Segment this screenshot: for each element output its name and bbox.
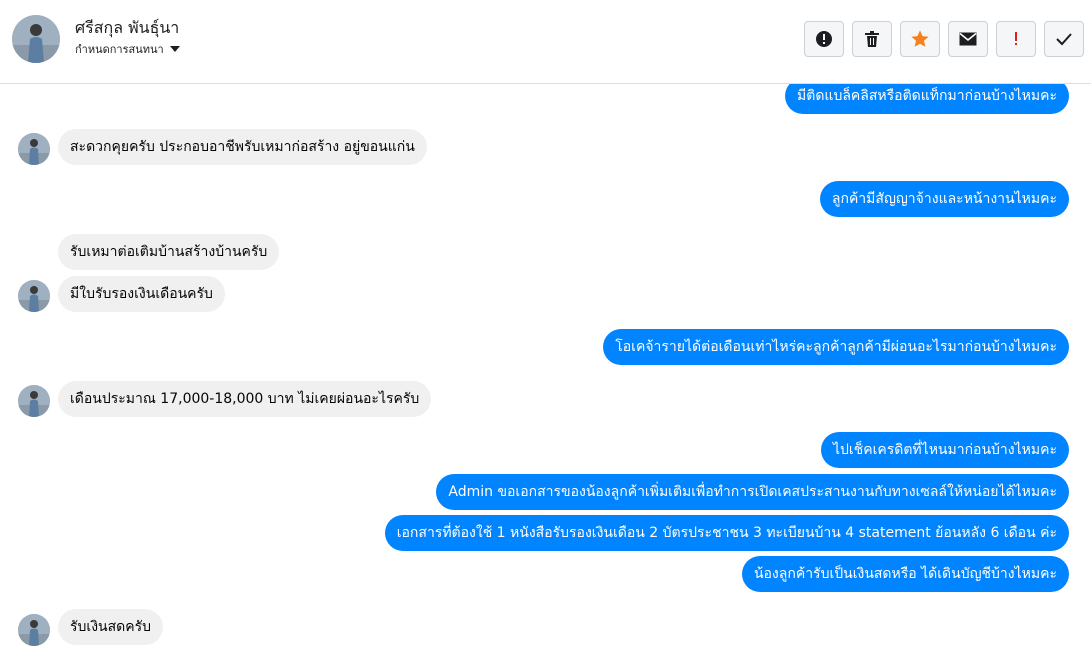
- star-icon: [911, 30, 929, 47]
- contact-photo-icon: [12, 15, 60, 63]
- delete-button[interactable]: [852, 21, 892, 57]
- alert-button[interactable]: [804, 21, 844, 57]
- message-bubble-outgoing[interactable]: เอกสารที่ต้องใช้ 1 หนังสือรับรองเงินเดือ…: [384, 515, 1069, 551]
- message-bubble-outgoing[interactable]: โอเคจ้ารายได้ต่อเดือนเท่าไหร่คะลูกค้าลูก…: [603, 329, 1069, 365]
- message-bubble-incoming[interactable]: รับเหมาต่อเติมบ้านสร้างบ้านครับ: [58, 234, 280, 270]
- sender-avatar[interactable]: [18, 280, 50, 312]
- sender-avatar[interactable]: [18, 133, 50, 165]
- envelope-icon: [959, 32, 977, 46]
- caret-down-icon: [169, 46, 180, 52]
- message-bubble-incoming[interactable]: สะดวกคุยครับ ประกอบอาชีพรับเหมาก่อสร้าง …: [58, 129, 427, 165]
- exclamation-icon: [1015, 32, 1017, 45]
- conversation-options-dropdown[interactable]: กำหนดการสนทนา: [75, 40, 180, 58]
- checkmark-icon: [1056, 33, 1072, 46]
- star-button[interactable]: [900, 21, 940, 57]
- message-bubble-outgoing[interactable]: ลูกค้ามีสัญญาจ้างและหน้างานไหมคะ: [819, 181, 1069, 217]
- conversation-header: ศรีสกุล พันธุ์นา กำหนดการสนทนา: [0, 0, 1091, 84]
- message-bubble-incoming[interactable]: เดือนประมาณ 17,000-18,000 บาท ไม่เคยผ่อน…: [58, 381, 432, 417]
- contact-photo-icon: [18, 280, 50, 312]
- message-bubble-incoming[interactable]: รับเงินสดครับ: [58, 609, 164, 645]
- message-bubble-outgoing[interactable]: Admin ขอเอกสารของน้องลูกค้าเพิ่มเติมเพื่…: [436, 474, 1069, 510]
- message-thread[interactable]: มีติดแบล็คลิสหรือติดแท็กมาก่อนบ้างไหมคะ …: [0, 84, 1091, 666]
- mark-important-button[interactable]: [996, 21, 1036, 57]
- message-bubble-outgoing[interactable]: น้องลูกค้ารับเป็นเงินสดหรือ ได้เดินบัญชี…: [741, 556, 1069, 592]
- contact-photo-icon: [18, 385, 50, 417]
- toolbar-actions: [804, 21, 1084, 57]
- conversation-options-label: กำหนดการสนทนา: [75, 43, 164, 56]
- sender-avatar[interactable]: [18, 385, 50, 417]
- contact-photo-icon: [18, 614, 50, 646]
- message-bubble-incoming[interactable]: มีใบรับรองเงินเดือนครับ: [58, 276, 225, 312]
- contact-avatar[interactable]: [12, 15, 60, 63]
- mark-done-button[interactable]: [1044, 21, 1084, 57]
- mark-unread-button[interactable]: [948, 21, 988, 57]
- alert-circle-icon: [816, 31, 832, 47]
- sender-avatar[interactable]: [18, 614, 50, 646]
- contact-photo-icon: [18, 133, 50, 165]
- trash-icon: [865, 31, 879, 47]
- message-bubble-outgoing[interactable]: ไปเช็คเครดิตที่ไหนมาก่อนบ้างไหมคะ: [820, 432, 1069, 468]
- message-bubble-outgoing[interactable]: มีติดแบล็คลิสหรือติดแท็กมาก่อนบ้างไหมคะ: [785, 84, 1069, 114]
- contact-name: ศรีสกุล พันธุ์นา: [75, 18, 180, 37]
